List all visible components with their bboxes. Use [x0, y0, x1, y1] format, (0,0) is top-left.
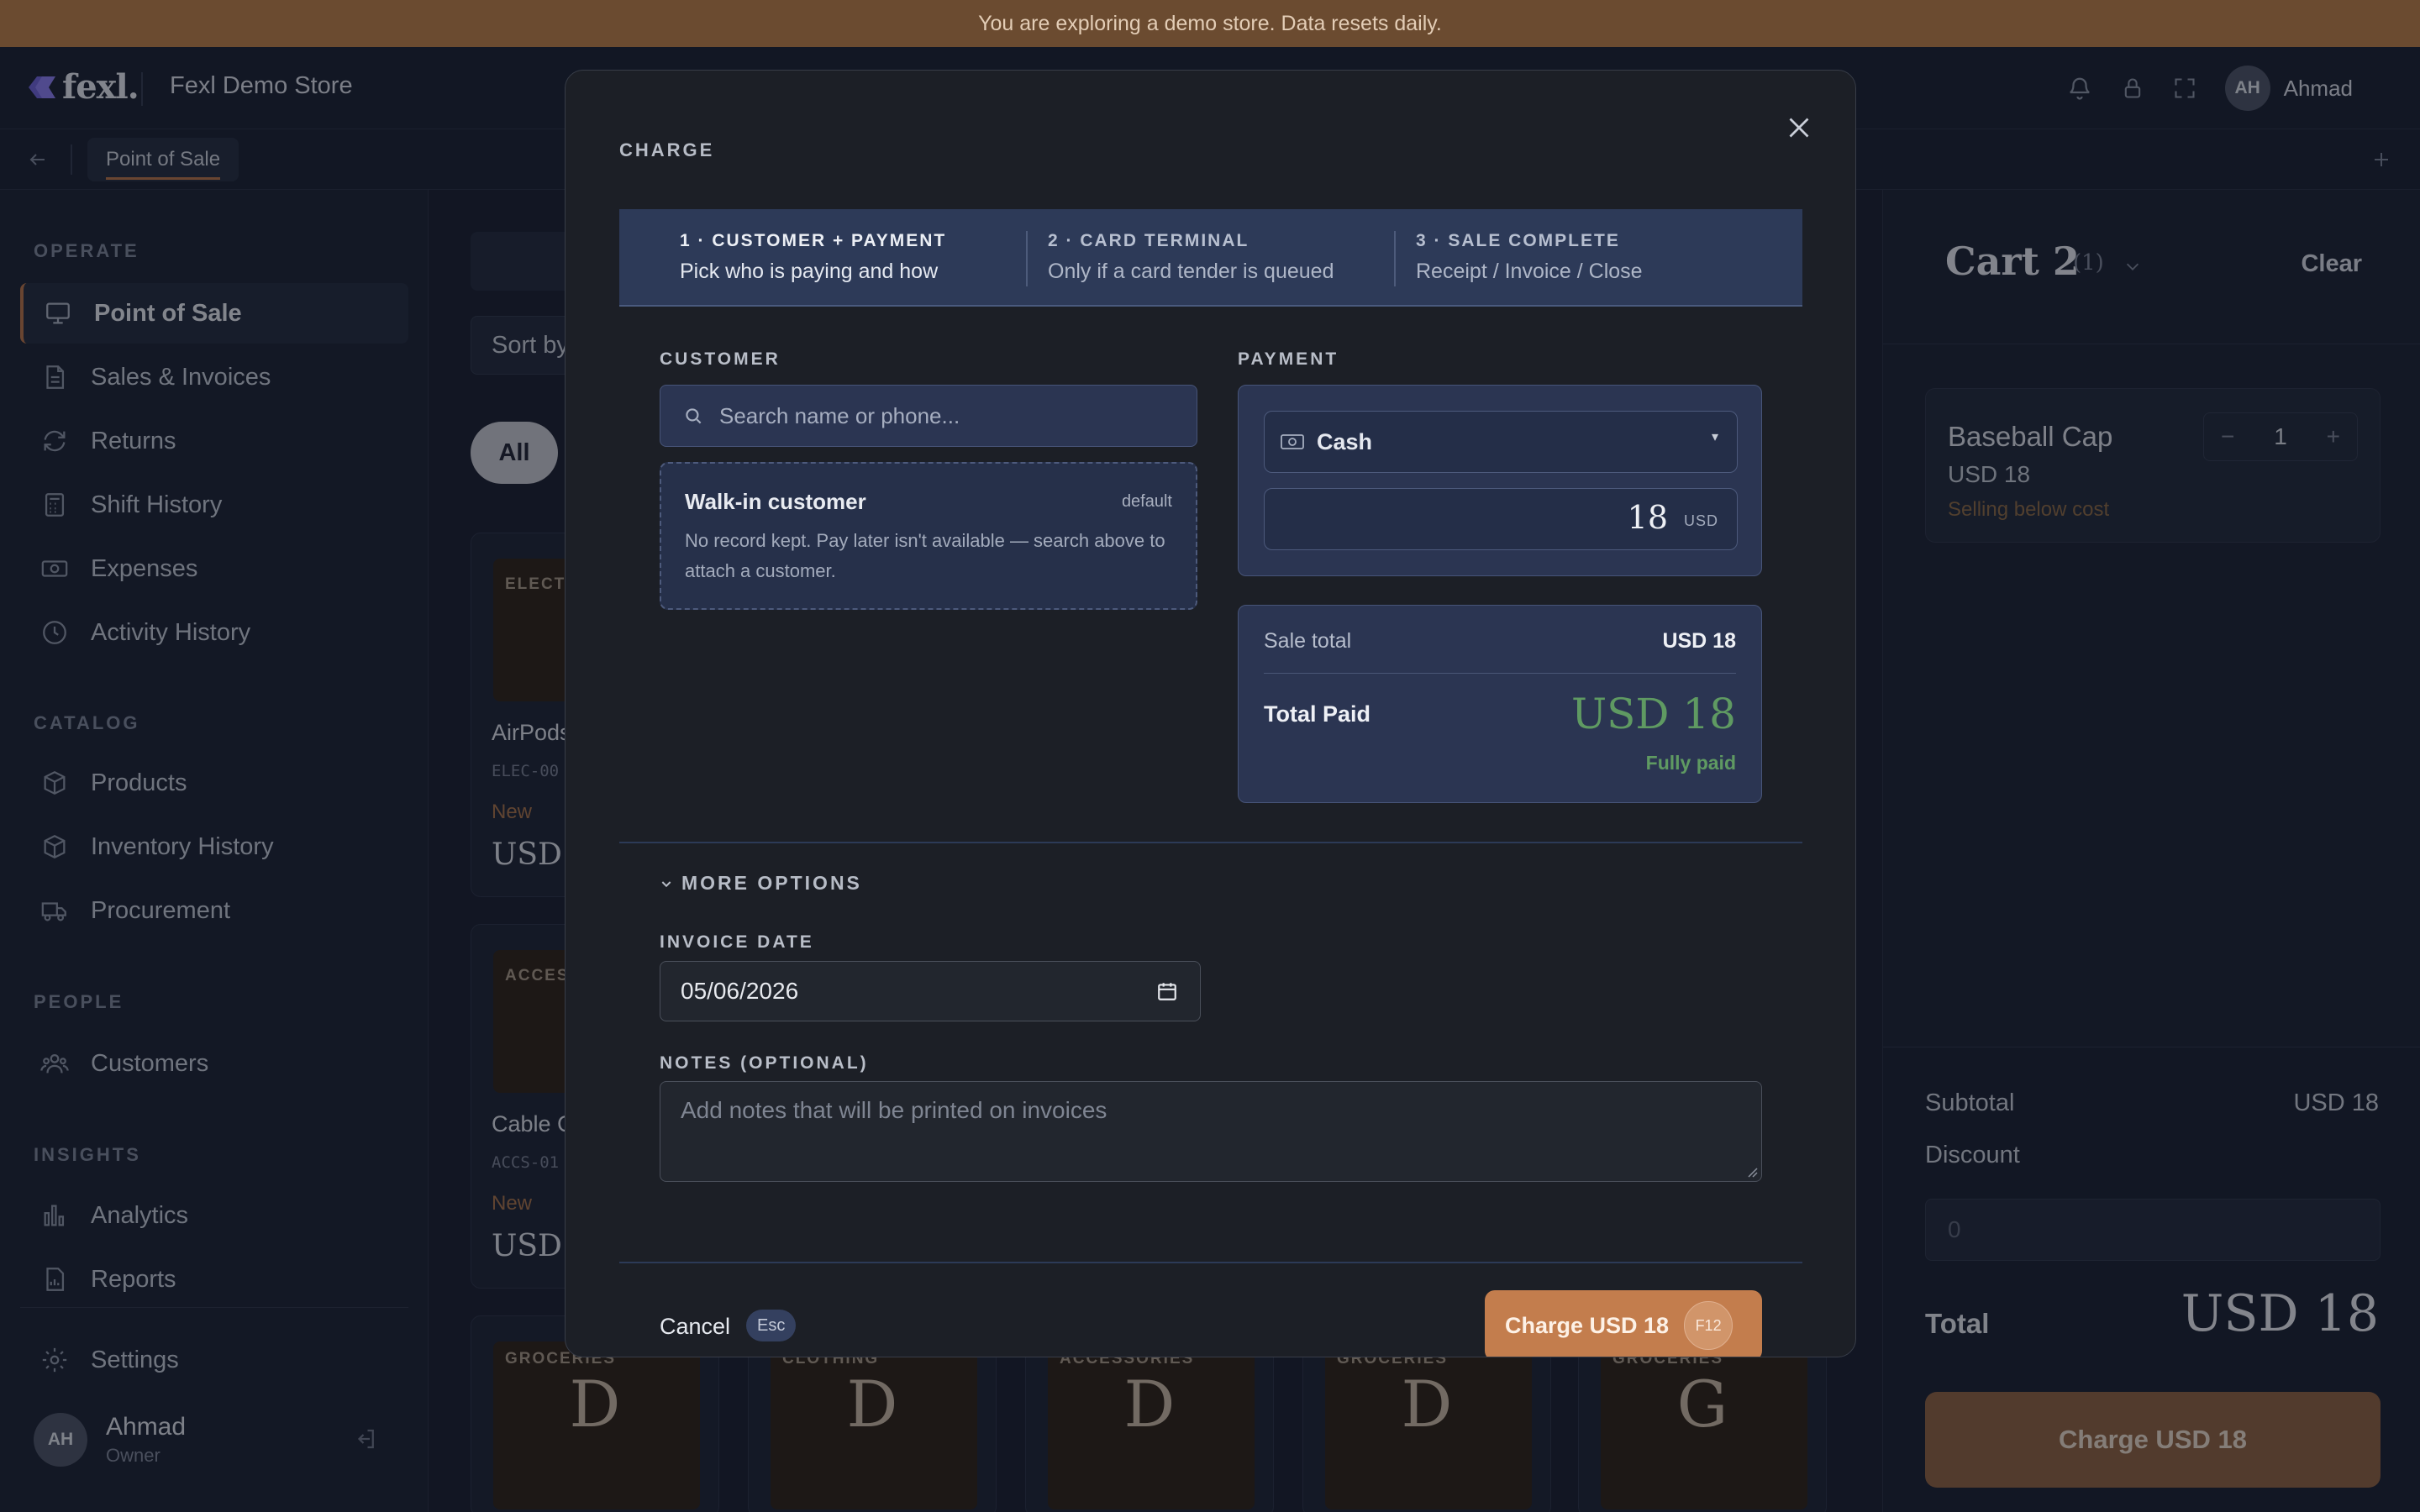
- invoice-date-label: INVOICE DATE: [660, 932, 814, 952]
- invoice-date-value: 05/06/2026: [681, 978, 799, 1004]
- total-paid-value: USD 18: [1571, 690, 1736, 738]
- charge-modal: CHARGE 1 · CUSTOMER + PAYMENT Pick who i…: [565, 70, 1856, 1357]
- payment-method-select[interactable]: Cash ▾: [1264, 411, 1738, 473]
- close-icon[interactable]: [1784, 113, 1814, 143]
- fully-paid-status: Fully paid: [1645, 752, 1736, 774]
- section-divider: [619, 842, 1802, 843]
- calendar-icon[interactable]: [1156, 980, 1178, 1002]
- default-tag: default: [1121, 492, 1172, 511]
- demo-banner-text: You are exploring a demo store. Data res…: [978, 11, 1442, 35]
- demo-banner: You are exploring a demo store. Data res…: [0, 0, 2420, 47]
- cash-icon: [1281, 434, 1304, 449]
- step-card-terminal: 2 · CARD TERMINAL Only if a card tender …: [1048, 231, 1334, 283]
- walk-in-customer-option[interactable]: Walk-in customer default No record kept.…: [660, 462, 1197, 610]
- modal-title: CHARGE: [619, 139, 715, 160]
- more-options-toggle[interactable]: MORE OPTIONS: [660, 872, 862, 895]
- payment-tender: Cash ▾ 18 USD: [1238, 385, 1762, 576]
- payment-label: PAYMENT: [1238, 349, 1339, 369]
- walk-in-description: No record kept. Pay later isn't availabl…: [685, 530, 1165, 581]
- invoice-date-input[interactable]: 05/06/2026: [660, 961, 1201, 1021]
- f12-shortcut-badge: F12: [1684, 1301, 1733, 1350]
- step-customer-payment: 1 · CUSTOMER + PAYMENT Pick who is payin…: [680, 231, 947, 283]
- sale-total-label: Sale total: [1264, 629, 1352, 653]
- search-placeholder: Search name or phone...: [719, 402, 960, 428]
- chevron-down-icon: [661, 880, 671, 887]
- walk-in-name: Walk-in customer: [685, 489, 866, 514]
- payment-amount-value: 18: [1627, 499, 1668, 536]
- customer-search-input[interactable]: Search name or phone...: [660, 385, 1197, 447]
- customer-label: CUSTOMER: [660, 349, 781, 369]
- notes-label: NOTES (OPTIONAL): [660, 1053, 869, 1073]
- notes-placeholder: Add notes that will be printed on invoic…: [681, 1097, 1107, 1123]
- step-indicator: 1 · CUSTOMER + PAYMENT Pick who is payin…: [619, 209, 1802, 307]
- payment-summary: Sale total USD 18 Total Paid USD 18 Full…: [1238, 605, 1762, 803]
- charge-button-label: Charge USD 18: [1505, 1312, 1670, 1338]
- payment-amount-input[interactable]: 18 USD: [1264, 488, 1738, 550]
- esc-shortcut-badge: Esc: [746, 1310, 797, 1341]
- footer-divider: [619, 1262, 1802, 1263]
- cancel-button[interactable]: Cancel: [660, 1314, 730, 1340]
- search-icon: [686, 408, 702, 424]
- total-paid-label: Total Paid: [1264, 701, 1371, 727]
- charge-button[interactable]: Charge USD 18 F12: [1485, 1290, 1762, 1357]
- payment-method-value: Cash: [1317, 428, 1373, 454]
- sale-total-value: USD 18: [1662, 629, 1736, 653]
- select-caret-icon: ▾: [1711, 430, 1718, 444]
- notes-textarea[interactable]: Add notes that will be printed on invoic…: [660, 1081, 1762, 1182]
- step-sale-complete: 3 · SALE COMPLETE Receipt / Invoice / Cl…: [1416, 231, 1643, 283]
- payment-currency: USD: [1683, 512, 1718, 529]
- resize-handle-icon[interactable]: [1746, 1166, 1758, 1178]
